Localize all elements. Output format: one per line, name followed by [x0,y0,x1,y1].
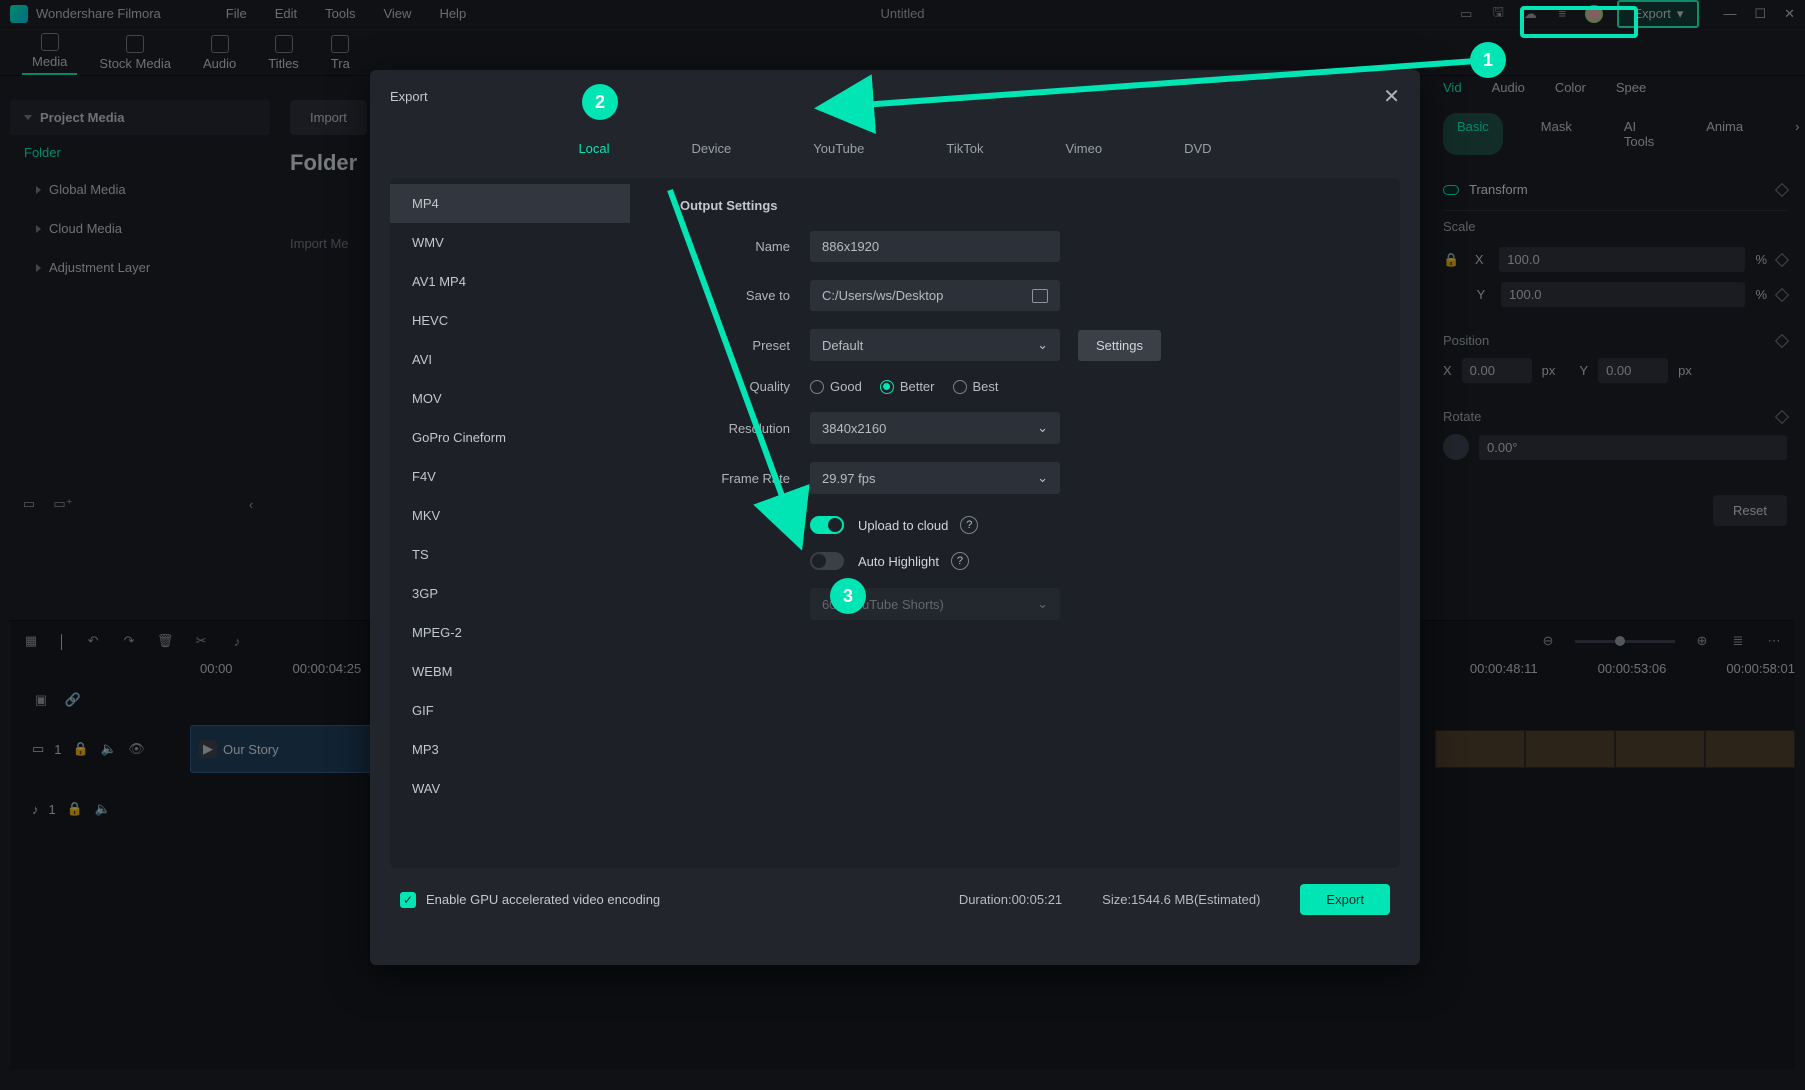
export-tab-tiktok[interactable]: TikTok [930,133,999,164]
duration-value: 00:05:21 [1012,892,1063,907]
gpu-label: Enable GPU accelerated video encoding [426,892,660,907]
chevron-down-icon: ⌄ [1037,420,1048,436]
saveto-input[interactable]: C:/Users/ws/Desktop [810,280,1060,311]
format-avi[interactable]: AVI [390,340,630,379]
format-list: MP4 WMV AV1 MP4 HEVC AVI MOV GoPro Cinef… [390,178,630,868]
settings-button[interactable]: Settings [1078,330,1161,361]
resolution-label: Resolution [680,421,810,436]
annotation-badge-3: 3 [830,578,866,614]
quality-good[interactable]: Good [810,379,862,394]
quality-best-label: Best [973,379,999,394]
format-gopro[interactable]: GoPro Cineform [390,418,630,457]
format-gif[interactable]: GIF [390,691,630,730]
name-label: Name [680,239,810,254]
preset-select[interactable]: Default ⌄ [810,329,1060,361]
resolution-select[interactable]: 3840x2160 ⌄ [810,412,1060,444]
chevron-down-icon: ⌄ [1037,337,1048,353]
format-mpeg2[interactable]: MPEG-2 [390,613,630,652]
quality-good-label: Good [830,379,862,394]
format-mov[interactable]: MOV [390,379,630,418]
auto-highlight-label: Auto Highlight [858,554,939,569]
format-webm[interactable]: WEBM [390,652,630,691]
size-value: 1544.6 MB(Estimated) [1131,892,1260,907]
format-wmv[interactable]: WMV [390,223,630,262]
duration-label: Duration: [959,892,1012,907]
saveto-value: C:/Users/ws/Desktop [822,288,943,303]
help-icon[interactable]: ? [960,516,978,534]
chevron-down-icon: ⌄ [1037,596,1048,612]
format-ts[interactable]: TS [390,535,630,574]
format-3gp[interactable]: 3GP [390,574,630,613]
preset-label: Preset [680,338,810,353]
format-mp3[interactable]: MP3 [390,730,630,769]
format-mkv[interactable]: MKV [390,496,630,535]
modal-title: Export [390,89,428,104]
export-tab-device[interactable]: Device [676,133,748,164]
resolution-value: 3840x2160 [822,421,886,436]
export-tab-youtube[interactable]: YouTube [797,133,880,164]
quality-best[interactable]: Best [953,379,999,394]
close-modal-icon[interactable]: ✕ [1383,84,1400,109]
fps-label: Frame Rate [680,471,810,486]
fps-select[interactable]: 29.97 fps ⌄ [810,462,1060,494]
format-wav[interactable]: WAV [390,769,630,808]
export-tab-local[interactable]: Local [562,133,625,164]
format-f4v[interactable]: F4V [390,457,630,496]
annotation-badge-1: 1 [1470,42,1506,78]
modal-footer: ✓ Enable GPU accelerated video encoding … [370,868,1420,931]
quality-better-label: Better [900,379,935,394]
auto-highlight-toggle[interactable] [810,552,844,570]
preset-value: Default [822,338,863,353]
export-tab-vimeo[interactable]: Vimeo [1049,133,1118,164]
name-input[interactable] [810,231,1060,262]
quality-label: Quality [680,379,810,394]
chevron-down-icon: ⌄ [1037,470,1048,486]
export-tab-dvd[interactable]: DVD [1168,133,1227,164]
saveto-label: Save to [680,288,810,303]
format-mp4[interactable]: MP4 [390,184,630,223]
gpu-checkbox[interactable]: ✓ [400,892,416,908]
size-label: Size: [1102,892,1131,907]
radio-icon [953,380,967,394]
annotation-badge-2: 2 [582,84,618,120]
folder-icon[interactable] [1032,289,1048,303]
fps-value: 29.97 fps [822,471,876,486]
radio-icon [810,380,824,394]
upload-cloud-label: Upload to cloud [858,518,948,533]
upload-cloud-toggle[interactable] [810,516,844,534]
help-icon[interactable]: ? [951,552,969,570]
export-tabs: Local Device YouTube TikTok Vimeo DVD [370,123,1420,178]
format-av1mp4[interactable]: AV1 MP4 [390,262,630,301]
quality-better[interactable]: Better [880,379,935,394]
export-modal: Export ✕ Local Device YouTube TikTok Vim… [370,70,1420,965]
format-hevc[interactable]: HEVC [390,301,630,340]
radio-icon [880,380,894,394]
output-settings: Output Settings Name Save to C:/Users/ws… [630,178,1400,868]
output-settings-heading: Output Settings [680,198,1370,213]
export-confirm-button[interactable]: Export [1300,884,1390,915]
